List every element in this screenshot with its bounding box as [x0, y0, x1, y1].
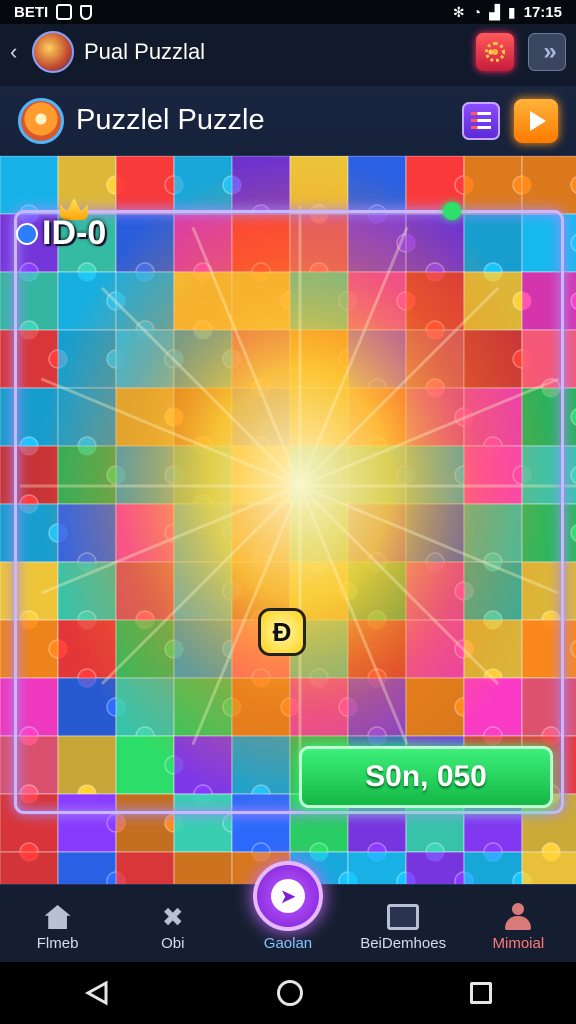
wifi-icon: ◔: [472, 4, 482, 20]
back-chevron-icon[interactable]: ‹: [10, 39, 28, 65]
menu-list-button[interactable]: [462, 101, 500, 140]
id-label: ID-0: [42, 214, 107, 252]
notification-icon: [56, 4, 73, 20]
status-bar: BETI ✻ ◔ ▟ ▮ 17:15: [0, 0, 576, 24]
profile-icon: [502, 903, 534, 931]
nav-label: Obi: [161, 935, 185, 952]
status-dot: [443, 202, 461, 220]
id-badge: ID-0: [16, 214, 106, 253]
shield-icon: [80, 4, 93, 20]
home-icon: [42, 903, 74, 931]
battery-icon: ▮: [507, 3, 516, 20]
app-avatar: [32, 31, 74, 73]
app-screen: BETI ✻ ◔ ▟ ▮ 17:15 ‹ Pual Puzzlal » Puzz…: [0, 0, 576, 1024]
double-chevron-right-icon: »: [543, 38, 557, 65]
tray-icon: [387, 903, 420, 931]
bluetooth-icon: ✻: [452, 3, 465, 20]
nav-item-tray[interactable]: BeiDemhoes: [348, 903, 458, 952]
app-title: Pual Puzzlal: [84, 39, 206, 64]
nav-item-home[interactable]: Flmeb: [3, 903, 113, 952]
skip-button[interactable]: »: [528, 33, 566, 71]
nav-label: BeiDemhoes: [360, 935, 447, 952]
nav-label: Gaolan: [263, 935, 313, 952]
system-back-icon[interactable]: [84, 980, 110, 1006]
status-right: ✻ ◔ ▟ ▮ 17:15: [453, 4, 562, 21]
app-bar: ‹ Pual Puzzlal »: [0, 24, 576, 80]
nav-item-play[interactable]: ➤ Gaolan: [233, 861, 343, 952]
play-compass-icon: ➤: [270, 879, 305, 913]
nav-label: Mimoial: [492, 935, 545, 952]
play-button[interactable]: [514, 98, 558, 143]
puzzle-title-bar: Puzzlel Puzzle: [0, 86, 576, 156]
clock: 17:15: [523, 3, 562, 21]
signal-icon: ▟: [489, 3, 500, 20]
system-recents-icon[interactable]: [470, 982, 493, 1004]
system-nav-bar: [0, 962, 576, 1024]
carrier-text: BETI: [14, 3, 49, 21]
tools-icon: ✖: [161, 901, 184, 932]
list-line-icon: [471, 119, 491, 122]
options-button[interactable]: [476, 33, 514, 71]
nav-item-tools[interactable]: ✖ Obi: [118, 901, 228, 953]
badge-icon: [16, 222, 38, 245]
play-icon: [530, 110, 546, 131]
score-button[interactable]: S0n, 050: [299, 746, 553, 808]
list-line-icon: [471, 126, 491, 129]
list-line-icon: [471, 112, 491, 115]
puzzle-title: Puzzlel Puzzle: [76, 104, 265, 136]
status-left: BETI: [14, 3, 93, 21]
center-token[interactable]: Ɖ: [258, 608, 306, 656]
nav-label: Flmeb: [36, 935, 79, 952]
bottom-nav: Flmeb ✖ Obi ➤ Gaolan BeiDemhoes Mimoial: [0, 861, 576, 962]
system-home-icon[interactable]: [276, 980, 303, 1006]
center-play-button[interactable]: ➤: [252, 861, 323, 931]
nav-item-profile[interactable]: Mimoial: [463, 903, 573, 952]
dots-icon: [485, 42, 505, 62]
puzzle-logo: [18, 97, 64, 144]
